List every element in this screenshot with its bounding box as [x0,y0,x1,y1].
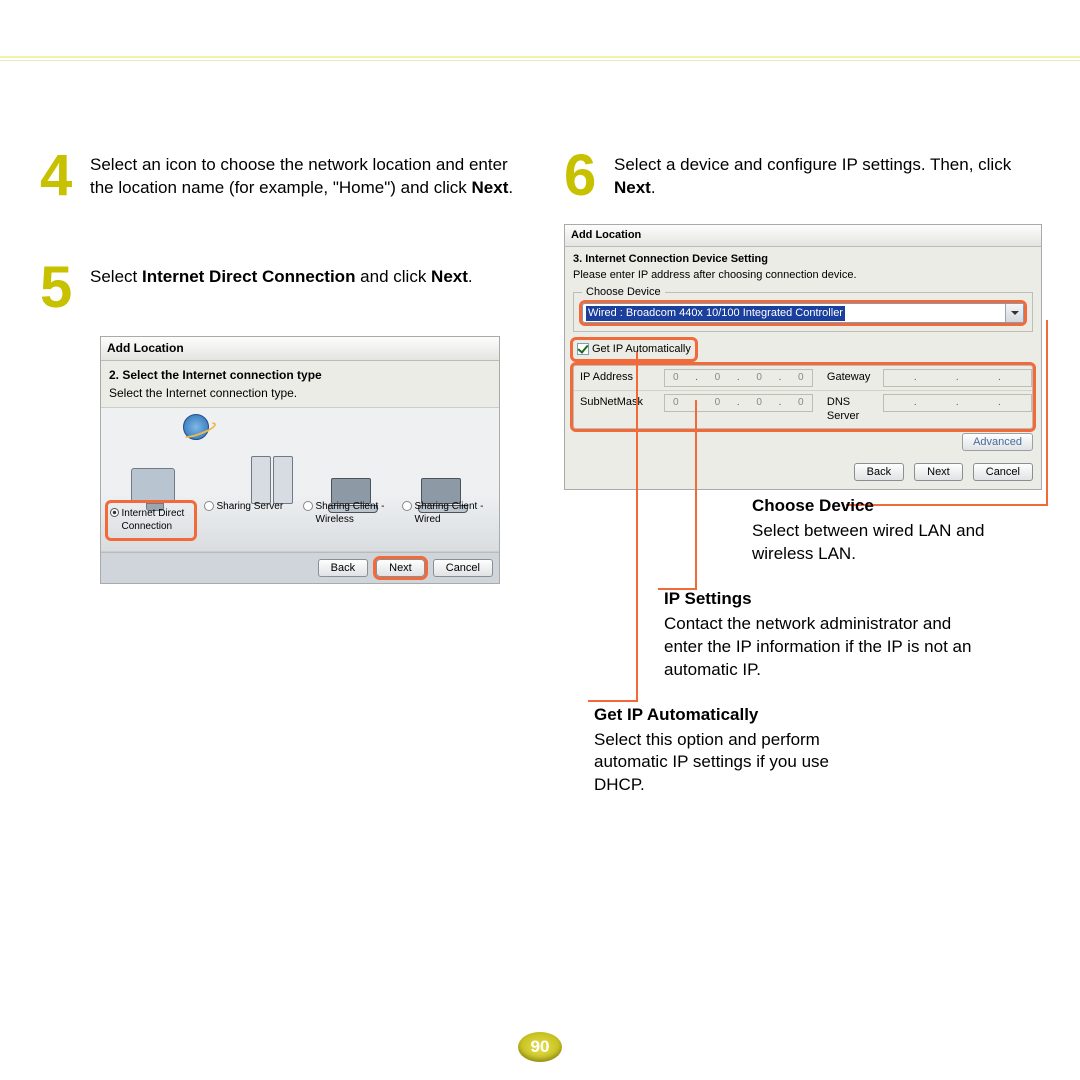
page-number-badge: 90 [518,1032,562,1062]
device-combobox[interactable]: Wired : Broadcom 440x 10/100 Integrated … [582,303,1024,323]
device-selected: Wired : Broadcom 440x 10/100 Integrated … [586,306,845,321]
step-4-text: Select an icon to choose the network loc… [90,150,520,202]
next-button[interactable]: Next [376,559,425,577]
cancel-button[interactable]: Cancel [433,559,493,577]
text-bold: Next [431,267,468,286]
dialog-title: Add Location [565,225,1041,247]
gateway-label: Gateway [813,366,883,390]
option-label: Sharing Client - Wired [415,500,494,527]
anno-ip-settings-body: Contact the network administrator and en… [664,613,984,682]
step-number-6: 6 [564,150,614,202]
option-label: Sharing Server [217,500,284,514]
text-bold: Next [472,178,509,197]
advanced-button[interactable]: Advanced [962,433,1033,451]
radio-icon [303,501,313,511]
dialog-subtitle: 3. Internet Connection Device Setting [565,247,1041,268]
decor-line [0,60,1080,61]
anno-ip-settings-title: IP Settings [664,588,1044,611]
get-ip-auto-checkbox[interactable]: Get IP Automatically [573,340,695,359]
checkbox-label: Get IP Automatically [592,343,691,355]
text: . [651,178,656,197]
radio-icon [110,508,119,517]
step-6-text: Select a device and configure IP setting… [614,150,1054,202]
gateway-field[interactable]: . . . [883,369,1032,387]
internet-explorer-icon [183,414,209,440]
back-button[interactable]: Back [318,559,368,577]
dialog-title: Add Location [101,337,499,360]
annotations: Choose Device Select between wired LAN a… [564,463,1044,819]
text-bold: Next [614,178,651,197]
text: Select an icon to choose the network loc… [90,155,508,197]
callout-line [1046,320,1048,506]
step-number-4: 4 [40,150,90,202]
anno-get-ip-body: Select this option and perform automatic… [594,729,874,798]
text: Select a device and configure IP setting… [614,155,1011,174]
dns-field[interactable]: . . . [883,394,1032,412]
choose-device-fieldset: Choose Device Wired : Broadcom 440x 10/1… [573,292,1033,332]
text: . [468,267,473,286]
text: . [508,178,513,197]
ip-address-label: IP Address [574,366,664,390]
option-sharing-client-wired[interactable]: Sharing Client - Wired [402,500,494,541]
anno-get-ip-title: Get IP Automatically [594,704,1044,727]
step-number-5: 5 [40,262,90,314]
ip-settings-grid: IP Address 0.0.0.0 Gateway . . . SubNetM… [573,365,1033,430]
text-bold: Internet Direct Connection [142,267,355,286]
option-label: Sharing Client - Wireless [316,500,395,527]
anno-choose-device-body: Select between wired LAN and wireless LA… [752,520,1044,566]
dialog-add-location-step2: Add Location 2. Select the Internet conn… [100,336,500,584]
text: and click [355,267,431,286]
option-internet-direct[interactable]: Internet Direct Connection [105,500,197,541]
dialog-illustration: Internet Direct Connection Sharing Serve… [101,407,499,552]
subnet-field[interactable]: 0.0.0.0 [664,394,813,412]
subnet-label: SubNetMask [574,391,664,429]
fieldset-legend: Choose Device [582,285,665,300]
option-label: Internet Direct Connection [122,507,190,534]
decor-line [0,56,1080,58]
anno-choose-device-title: Choose Device [752,495,1044,518]
radio-icon [204,501,214,511]
chevron-down-icon[interactable] [1005,304,1023,322]
checkbox-icon [577,343,589,355]
dns-label: DNS Server [813,391,883,429]
option-sharing-server[interactable]: Sharing Server [204,500,296,541]
text: Select [90,267,142,286]
radio-icon [402,501,412,511]
dialog-subtitle: 2. Select the Internet connection type [101,361,499,385]
option-sharing-client-wireless[interactable]: Sharing Client - Wireless [303,500,395,541]
dialog-buttons: Back Next Cancel [101,552,499,583]
ip-address-field[interactable]: 0.0.0.0 [664,369,813,387]
step-5-text: Select Internet Direct Connection and cl… [90,262,473,314]
dialog-subtext: Select the Internet connection type. [101,385,499,407]
